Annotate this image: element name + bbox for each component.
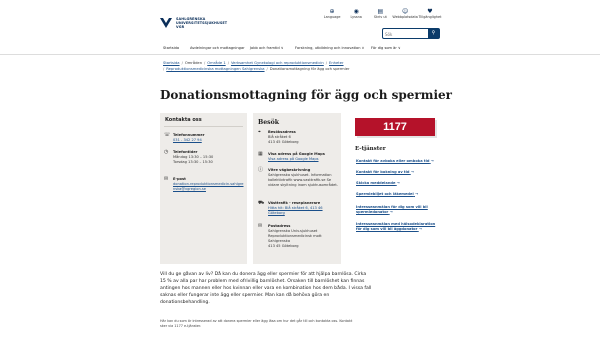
- address-line2: 413 45 Göteborg: [268, 140, 299, 144]
- accessibility-icon: ☺: [402, 8, 409, 15]
- mailbox-icon: ✉: [258, 223, 263, 229]
- etjanster-title: E-tjänster: [355, 146, 386, 152]
- site-logo[interactable]: SAHLGRENSKA UNIVERSITETSSJUKHUSET VGR: [159, 16, 231, 32]
- listen-icon: ◉: [353, 8, 359, 15]
- map-link[interactable]: Visa adress på Google Maps: [268, 157, 338, 162]
- nav-item-avdelningar[interactable]: Avdelningar och mottagningar: [190, 46, 245, 50]
- etjanst-link-bokning[interactable]: Kontakt för bokning av tid →: [356, 170, 436, 175]
- arrow-right-icon: →: [396, 181, 400, 185]
- info-icon: ⓘ: [258, 167, 264, 173]
- visit-directions: ⓘ Vitre vägbeskrivning Sahlgrenska sjukh…: [258, 168, 338, 188]
- map-icon: ▦: [258, 151, 263, 157]
- contact-title: Kontakta oss: [165, 117, 202, 123]
- visit-map: ▦ Visa adress på Google Maps Visa adress…: [258, 152, 338, 162]
- arrow-right-icon: →: [430, 159, 434, 163]
- banner-1177[interactable]: 1177: [355, 118, 435, 136]
- bookmark-icon: ♥: [427, 8, 433, 15]
- logo-text-line3: VGR: [176, 25, 185, 29]
- phone-icon: ☏: [164, 132, 171, 138]
- info-paragraph: Här kan du som är intresserad av att don…: [160, 319, 353, 328]
- nav-item-forskning[interactable]: Forskning, utbildning och innovation ∨: [295, 46, 364, 50]
- breadcrumb-link-startsida[interactable]: Startsida: [163, 61, 180, 65]
- breadcrumb: Startsida / Områden / Område 1/Verksamhet Gy…: [163, 61, 350, 71]
- breadcrumb-omraden: Områden: [184, 61, 203, 65]
- listen-button[interactable]: ◉ Lyssna: [344, 8, 368, 24]
- top-utility-bar: ⊕ Language ◉ Lyssna ▤ Skriv ut ☺ Webbpla…: [320, 8, 442, 24]
- print-label: Skriv ut: [373, 15, 387, 19]
- print-button[interactable]: ▤ Skriv ut: [368, 8, 392, 24]
- accessibility-label: Tillgänglighet: [418, 15, 442, 19]
- etjanst-link-spermiebiljet[interactable]: Spermiebiljet och läkemedel →: [356, 192, 436, 197]
- etjanst-link-meddelande[interactable]: Skicka meddelande →: [356, 181, 436, 186]
- contact-divider: [164, 126, 243, 127]
- search-box: ⚲: [382, 28, 440, 39]
- breadcrumb-link-verksamhet[interactable]: Verksamhet Gynekologi och reproduktionsm…: [231, 61, 324, 65]
- language-icon: ⊕: [329, 8, 335, 15]
- website-data-label: Webbplatsdata: [392, 15, 418, 19]
- search-button[interactable]: ⚲: [428, 29, 439, 38]
- arrow-right-icon: →: [389, 210, 393, 214]
- breadcrumb-current: Donationsmottagning för ägg och spermier: [269, 67, 350, 71]
- postal-line1: Sahlgrenska Univ.sjukhuset Reproduktions…: [268, 229, 322, 238]
- site-header: SAHLGRENSKA UNIVERSITETSSJUKHUSET VGR ⊕ …: [0, 0, 600, 44]
- directions-text: Sahlgrenska sjukhuset. Information kolle…: [268, 173, 338, 187]
- main-nav: Startsida Avdelningar och mottagningar J…: [0, 44, 600, 55]
- arrow-right-icon: →: [418, 227, 422, 231]
- etjanst-link-aggdonator[interactable]: Intresseanmälan med hälsodeklaration för…: [356, 222, 436, 232]
- phone-link[interactable]: 031 - 342 27 94: [173, 138, 244, 143]
- website-data-button[interactable]: ☺ Webbplatsdata: [392, 8, 417, 24]
- email-icon: ✉: [164, 176, 169, 182]
- nav-item-for-dig[interactable]: För dig som är ∨: [371, 46, 401, 50]
- hours-line2: Torsdag 13:30 – 15:30: [173, 160, 213, 164]
- breadcrumb-link-enheter[interactable]: Enheter: [329, 61, 344, 65]
- language-button[interactable]: ⊕ Language: [320, 8, 344, 24]
- breadcrumb-link-mottagning[interactable]: Reproduktionsmedicinska mottagningen Sah…: [166, 67, 264, 71]
- language-label: Language: [323, 15, 341, 19]
- print-icon: ▤: [377, 8, 384, 15]
- etjanst-link-spermiedonator[interactable]: Intresseanmälan för dig som vill bli spe…: [356, 205, 436, 215]
- listen-label: Lyssna: [350, 15, 362, 19]
- clock-icon: ◷: [164, 149, 169, 155]
- visit-postal: ✉ Postadress Sahlgrenska Univ.sjukhuset …: [258, 224, 338, 249]
- search-input[interactable]: [385, 30, 427, 38]
- arrow-right-icon: →: [414, 192, 418, 196]
- transit-link[interactable]: Hitta hit: Blå stråket 6, 413 46 Götebor…: [268, 206, 338, 216]
- logo-mark-icon: [160, 18, 172, 28]
- location-pin-icon: ⌖: [258, 129, 261, 135]
- contact-email: ✉ E-post donation.reproduktionsmedicin.s…: [164, 177, 244, 192]
- contact-hours: ◷ Telefontider Måndag 13:30 – 15:30 Tors…: [164, 150, 244, 165]
- visit-address: ⌖ Besöksadress Blå stråket 6 413 45 Göte…: [258, 130, 338, 145]
- nav-item-jobb[interactable]: Jobb och framtid ∨: [250, 46, 283, 50]
- intro-paragraph: Vill du ge gåvan av liv? Då kan du doner…: [160, 272, 372, 305]
- email-link[interactable]: donation.reproduktionsmedicin.sahlgrensk…: [173, 182, 244, 192]
- arrow-right-icon: →: [410, 170, 414, 174]
- contact-panel: Kontakta oss ☏ Telefonnummer 031 - 342 2…: [160, 113, 247, 264]
- search-icon: ⚲: [431, 30, 436, 36]
- etjanst-link-avboka[interactable]: Kontakt för avboka eller omboka tid →: [356, 159, 436, 164]
- visit-title: Besök: [258, 119, 280, 126]
- visit-panel: Besök ⌖ Besöksadress Blå stråket 6 413 4…: [253, 113, 341, 264]
- visit-transit: ⛟ Västtrafik - reseplanerare Hitta hit: …: [258, 201, 338, 216]
- page-title: Donationsmottagning för ägg och spermier: [160, 88, 452, 102]
- contact-phone: ☏ Telefonnummer 031 - 342 27 94: [164, 133, 244, 143]
- accessibility-button[interactable]: ♥ Tillgänglighet: [418, 8, 442, 24]
- nav-item-startsida[interactable]: Startsida: [163, 46, 179, 50]
- breadcrumb-link-omrade1[interactable]: Område 1: [207, 61, 225, 65]
- bus-icon: ⛟: [258, 200, 265, 206]
- postal-line3: 413 45 Göteborg: [268, 244, 299, 248]
